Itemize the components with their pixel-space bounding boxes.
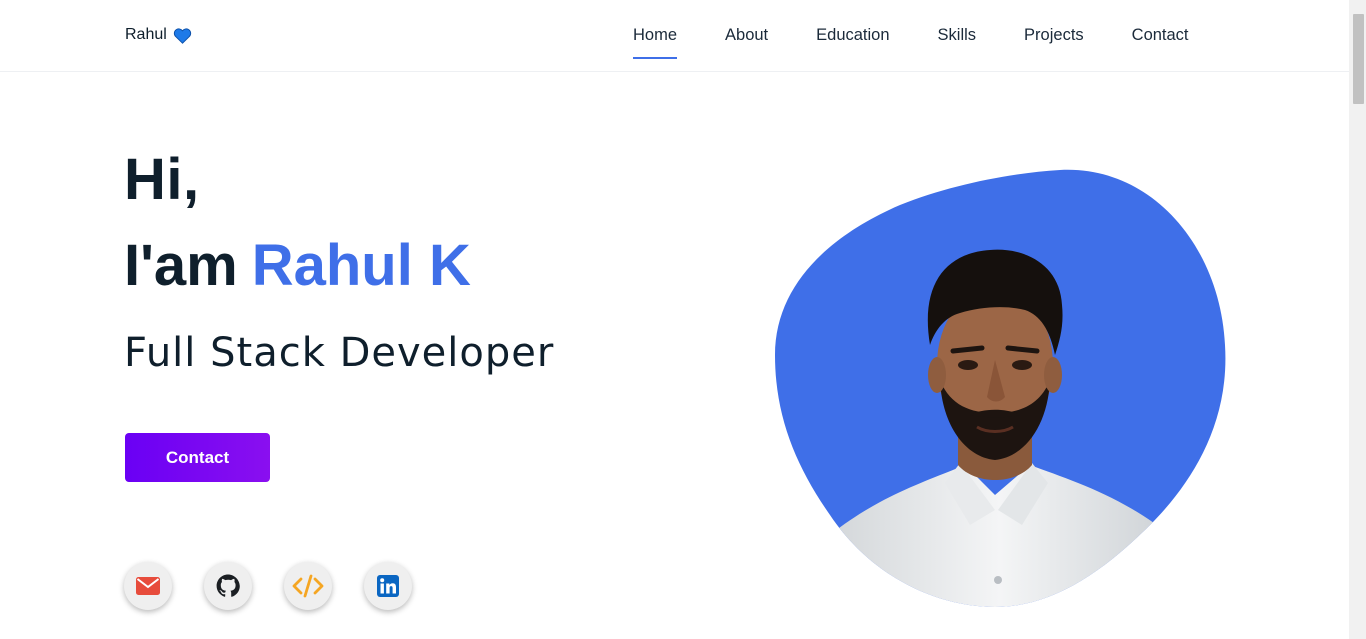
brand-logo[interactable]: Rahul — [125, 26, 192, 44]
nav-menu: Home About Education Skills Projects Con… — [633, 26, 1189, 59]
code-link[interactable] — [284, 562, 332, 610]
heart-icon — [173, 27, 191, 44]
hero-role: Full Stack Developer — [124, 330, 555, 376]
hero-greeting: Hi, — [124, 147, 200, 212]
nav-item-contact[interactable]: Contact — [1132, 26, 1189, 59]
hero-name: Rahul K — [251, 233, 471, 298]
navbar: Rahul Home About Education Skills Projec… — [0, 0, 1349, 72]
profile-image — [775, 169, 1226, 608]
email-link[interactable] — [124, 562, 172, 610]
github-link[interactable] — [204, 562, 252, 610]
nav-item-home[interactable]: Home — [633, 26, 678, 59]
nav-item-skills[interactable]: Skills — [938, 26, 977, 59]
hero-intro: I'am — [124, 233, 238, 298]
page-scrollbar[interactable] — [1349, 0, 1366, 639]
scrollbar-thumb[interactable] — [1353, 14, 1364, 104]
code-icon — [292, 574, 324, 598]
nav-item-projects[interactable]: Projects — [1024, 26, 1084, 59]
linkedin-link[interactable] — [364, 562, 412, 610]
nav-item-about[interactable]: About — [725, 26, 768, 59]
social-links — [124, 562, 412, 610]
linkedin-icon — [377, 575, 399, 597]
mail-icon — [136, 577, 160, 595]
contact-button[interactable]: Contact — [125, 433, 270, 482]
github-icon — [216, 574, 240, 597]
nav-item-education[interactable]: Education — [816, 26, 889, 59]
brand-name: Rahul — [125, 26, 167, 43]
hero-intro-line: I'am Rahul K — [124, 232, 471, 299]
